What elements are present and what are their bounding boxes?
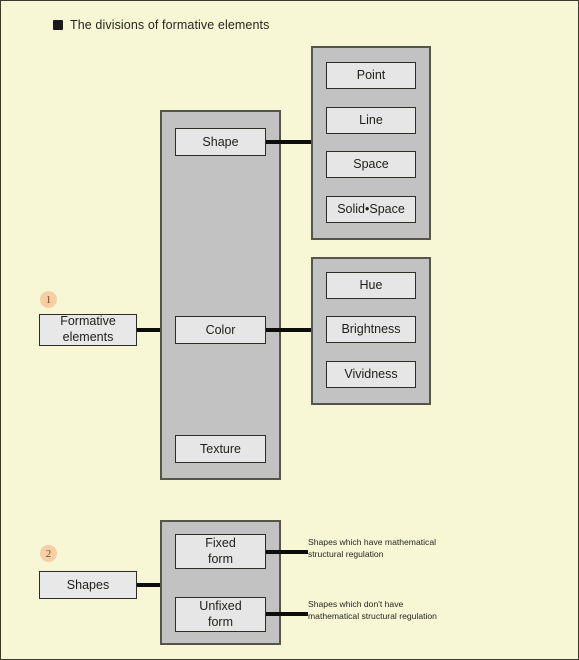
node-label-unfixed-2: form bbox=[208, 614, 233, 629]
node-color[interactable]: Color bbox=[175, 316, 266, 344]
node-label-brightness: Brightness bbox=[341, 322, 401, 337]
section-badge-1: 1 bbox=[40, 291, 57, 308]
node-label-space: Space bbox=[353, 157, 389, 172]
connector-shape-to-group bbox=[266, 140, 313, 144]
connector-unfixed-to-annotation bbox=[266, 612, 308, 616]
node-label-shapes: Shapes bbox=[66, 577, 110, 592]
node-label-line: Line bbox=[359, 113, 383, 128]
node-fixed-form[interactable]: Fixed form bbox=[175, 534, 266, 569]
node-point[interactable]: Point bbox=[326, 62, 416, 89]
square-bullet-icon bbox=[53, 20, 63, 30]
annotation-fixed-form: Shapes which have mathematical structura… bbox=[308, 537, 437, 560]
node-label-unfixed-1: Unfixed bbox=[199, 598, 242, 613]
node-brightness[interactable]: Brightness bbox=[326, 316, 416, 343]
panel-formative-branches bbox=[160, 110, 281, 480]
node-formative-elements[interactable]: Formative elements bbox=[39, 314, 137, 346]
node-label-texture: Texture bbox=[200, 441, 241, 456]
node-solid-space[interactable]: Solid•Space bbox=[326, 196, 416, 223]
connector-fixed-to-annotation bbox=[266, 550, 308, 554]
node-label-color: Color bbox=[205, 322, 236, 337]
node-hue[interactable]: Hue bbox=[326, 272, 416, 299]
node-label-fixed-1: Fixed bbox=[205, 535, 236, 550]
node-unfixed-form[interactable]: Unfixed form bbox=[175, 597, 266, 632]
section-badge-2: 2 bbox=[40, 545, 57, 562]
node-shape[interactable]: Shape bbox=[175, 128, 266, 156]
node-label-solid-space: Solid•Space bbox=[337, 202, 405, 217]
node-texture[interactable]: Texture bbox=[175, 435, 266, 463]
node-line[interactable]: Line bbox=[326, 107, 416, 134]
diagram-canvas: The divisions of formative elements 1 Fo… bbox=[0, 0, 579, 660]
node-space[interactable]: Space bbox=[326, 151, 416, 178]
connector-color-to-group bbox=[266, 328, 313, 332]
node-label-line-1: Formative bbox=[60, 314, 116, 329]
node-vividness[interactable]: Vividness bbox=[326, 361, 416, 388]
node-label-vividness: Vividness bbox=[344, 367, 398, 382]
node-label-hue: Hue bbox=[359, 278, 383, 293]
annotation-unfixed-form: Shapes which don't have mathematical str… bbox=[308, 599, 437, 622]
node-label-point: Point bbox=[356, 68, 386, 83]
page-title: The divisions of formative elements bbox=[53, 18, 269, 32]
page-title-text: The divisions of formative elements bbox=[70, 18, 270, 32]
node-label-line-2: elements bbox=[62, 330, 114, 344]
node-shapes[interactable]: Shapes bbox=[39, 571, 137, 599]
node-label-fixed-2: form bbox=[208, 551, 233, 566]
node-label-shape: Shape bbox=[202, 134, 239, 149]
